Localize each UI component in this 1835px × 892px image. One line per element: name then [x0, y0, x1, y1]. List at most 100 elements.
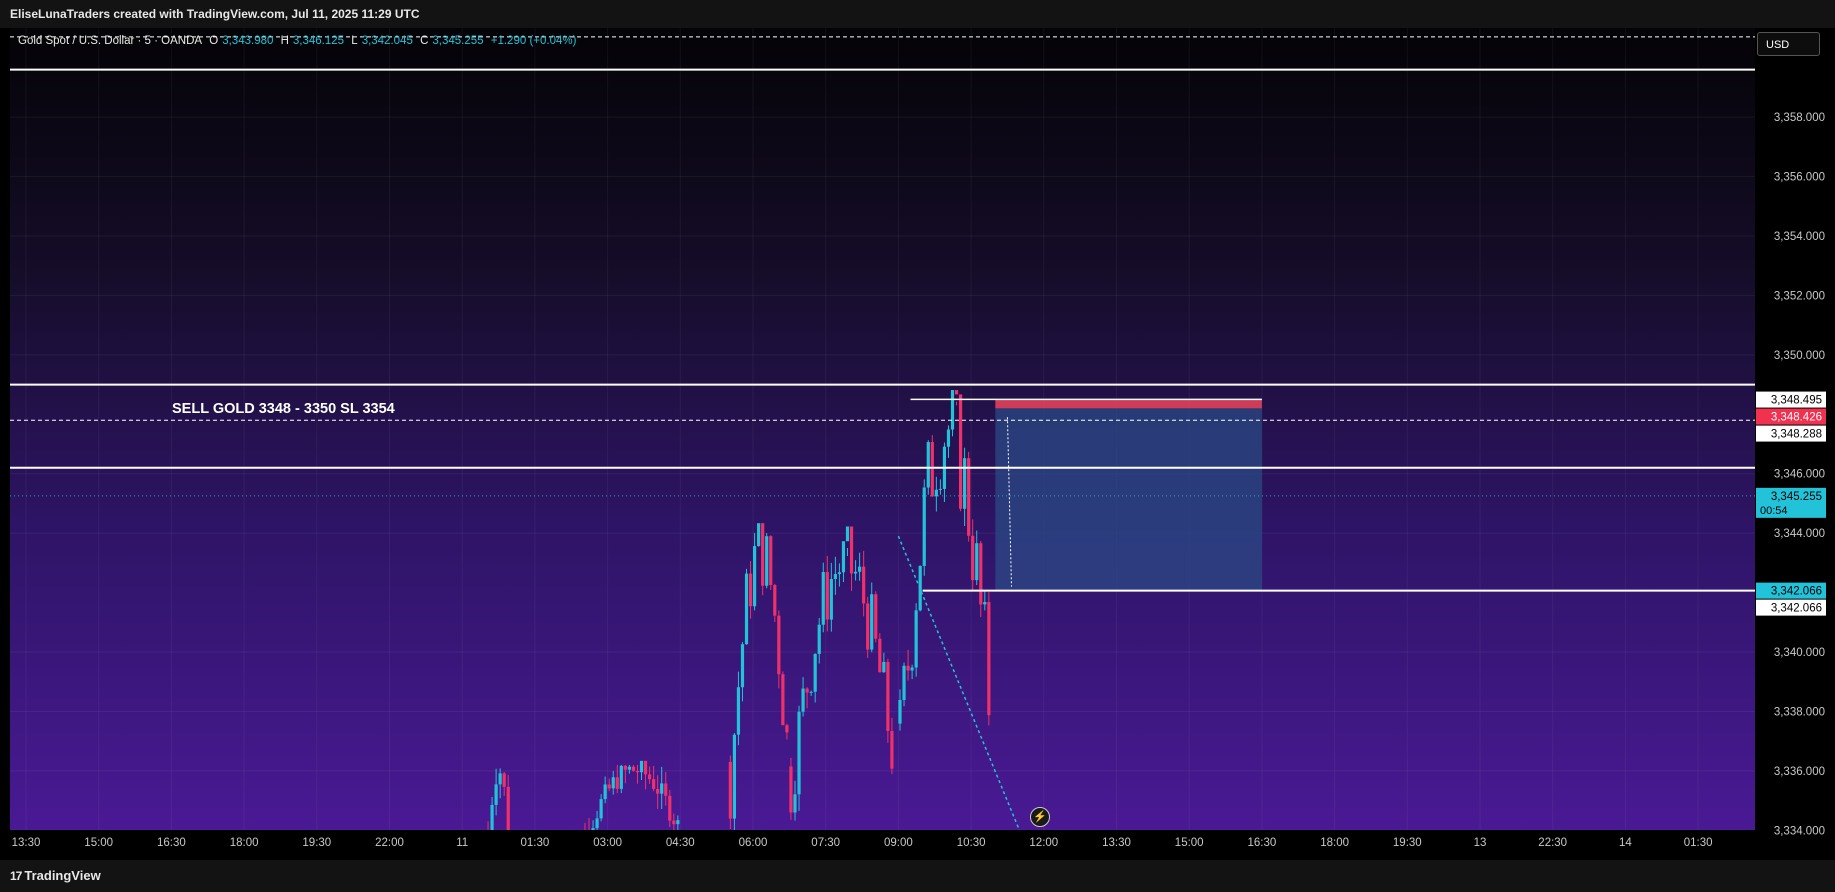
candle-body	[886, 661, 890, 732]
candle-body	[971, 535, 975, 581]
candle-body	[983, 602, 987, 605]
candle-body	[627, 766, 631, 770]
candle-body	[494, 784, 498, 805]
candle-body	[607, 784, 611, 789]
chart-area[interactable]: 3,358.000 3,356.000 3,354.000 3,352.000 3,35…	[10, 28, 1835, 868]
time-tick-label: 22:30	[1538, 837, 1567, 849]
price-axis-background	[1755, 28, 1835, 860]
time-tick-label: 04:30	[666, 837, 695, 849]
top-bar: EliseLunaTraders created with TradingVie…	[0, 0, 1835, 28]
candle-body	[789, 766, 793, 813]
price-tick-label: 3,354.000	[1774, 231, 1825, 243]
candle-body	[777, 615, 781, 675]
time-tick-label: 16:30	[1248, 837, 1277, 849]
candle-body	[647, 774, 652, 780]
time-tick-label: 14	[1619, 837, 1632, 849]
candle-body	[922, 487, 926, 566]
candle-body	[890, 731, 894, 769]
candle-body	[950, 390, 955, 430]
price-tick-label: 3,350.000	[1774, 350, 1825, 362]
price-tick-label: 3,344.000	[1774, 528, 1825, 540]
time-tick-label: 07:30	[811, 837, 840, 849]
change-value: +1.290 (+0.04%)	[490, 35, 577, 47]
candle-body	[902, 665, 906, 701]
candle-body	[809, 691, 813, 693]
take-profit-zone	[995, 408, 1262, 591]
candle-body	[821, 572, 825, 625]
time-tick-label: 19:30	[302, 837, 331, 849]
candle-body	[874, 594, 878, 639]
candle-body	[934, 489, 938, 497]
candle-body	[853, 571, 858, 574]
candle-body	[898, 700, 902, 724]
time-tick-label: 18:00	[230, 837, 259, 849]
time-tick-label: 06:00	[739, 837, 768, 849]
candle-body	[765, 536, 769, 586]
symbol-name[interactable]: Gold Spot / U.S. Dollar · 5 · OANDA	[18, 35, 202, 47]
candle-body	[619, 765, 623, 789]
candle-body	[805, 688, 809, 693]
candle-body	[813, 653, 817, 692]
candle-body	[938, 488, 942, 490]
candle-body	[595, 818, 599, 829]
close-label: C	[420, 35, 429, 47]
currency-button[interactable]: USD	[1757, 32, 1820, 56]
price-tick-label: 3,338.000	[1774, 706, 1825, 718]
candle-body	[841, 541, 846, 573]
time-tick-label: 01:30	[521, 837, 550, 849]
time-axis-background	[10, 830, 1755, 860]
candle-body	[987, 602, 991, 716]
price-tick-label: 3,336.000	[1774, 766, 1825, 778]
candle-body	[866, 603, 870, 650]
time-tick-label: 12:00	[1029, 837, 1058, 849]
price-tick-label: 3,358.000	[1774, 112, 1825, 124]
lightning-bolt-icon[interactable]: ⚡	[1030, 807, 1050, 827]
time-tick-label: 22:00	[375, 837, 404, 849]
candle-body	[603, 784, 607, 800]
price-chart[interactable]: 3,358.000 3,356.000 3,354.000 3,352.000 3,35…	[10, 28, 1835, 868]
candle-body	[668, 795, 672, 821]
candle-body	[845, 526, 850, 542]
open-value: 3,343.980	[222, 35, 274, 47]
time-tick-label: 01:30	[1684, 837, 1713, 849]
candle-body	[639, 760, 644, 773]
low-value: 3,342.045	[361, 35, 413, 47]
candle-body	[914, 610, 918, 668]
tradingview-logo[interactable]: 17 TradingView	[10, 868, 101, 883]
price-label-text: 3,342.066	[1771, 586, 1822, 598]
candle-body	[753, 546, 757, 607]
sell-annotation[interactable]: SELL GOLD 3348 - 3350 SL 3354	[172, 401, 395, 417]
candle-body	[631, 766, 636, 771]
candle-body	[833, 574, 837, 580]
close-value: 3,345.255	[432, 35, 484, 47]
time-tick-label: 13:30	[1102, 837, 1131, 849]
tradingview-logo-icon: 17	[10, 869, 22, 883]
price-tick-label: 3,356.000	[1774, 172, 1825, 184]
candle-body	[785, 725, 789, 733]
symbol-legend[interactable]: Gold Spot / U.S. Dollar · 5 · OANDA O 3,3…	[18, 35, 580, 47]
candle-body	[643, 760, 648, 775]
candle-body	[676, 820, 680, 825]
candle-body	[635, 770, 640, 773]
candle-body	[623, 765, 627, 770]
candle-body	[660, 783, 664, 794]
low-label: L	[351, 35, 358, 47]
candle-body	[615, 777, 619, 789]
candle-body	[963, 458, 967, 509]
price-tick-label: 3,346.000	[1774, 469, 1825, 481]
time-tick-label: 10:30	[957, 837, 986, 849]
candle-body	[926, 442, 930, 488]
stop-loss-zone	[995, 399, 1262, 409]
candle-body	[502, 773, 506, 787]
price-label-text: 3,342.066	[1771, 603, 1822, 615]
time-tick-label: 15:00	[84, 837, 113, 849]
candle-body	[744, 573, 749, 645]
time-tick-label: 13	[1474, 837, 1487, 849]
candle-body	[954, 390, 959, 395]
time-axis[interactable]: 13:30 15:00 16:30 18:00 19:30 22:00 11 01:30 03:…	[10, 830, 1755, 860]
candle-body	[801, 688, 805, 712]
price-tick-label: 3,352.000	[1774, 290, 1825, 302]
price-label-text: 3,348.288	[1771, 429, 1822, 441]
candle-body	[736, 687, 741, 735]
price-tick-label: 3,334.000	[1774, 825, 1825, 837]
